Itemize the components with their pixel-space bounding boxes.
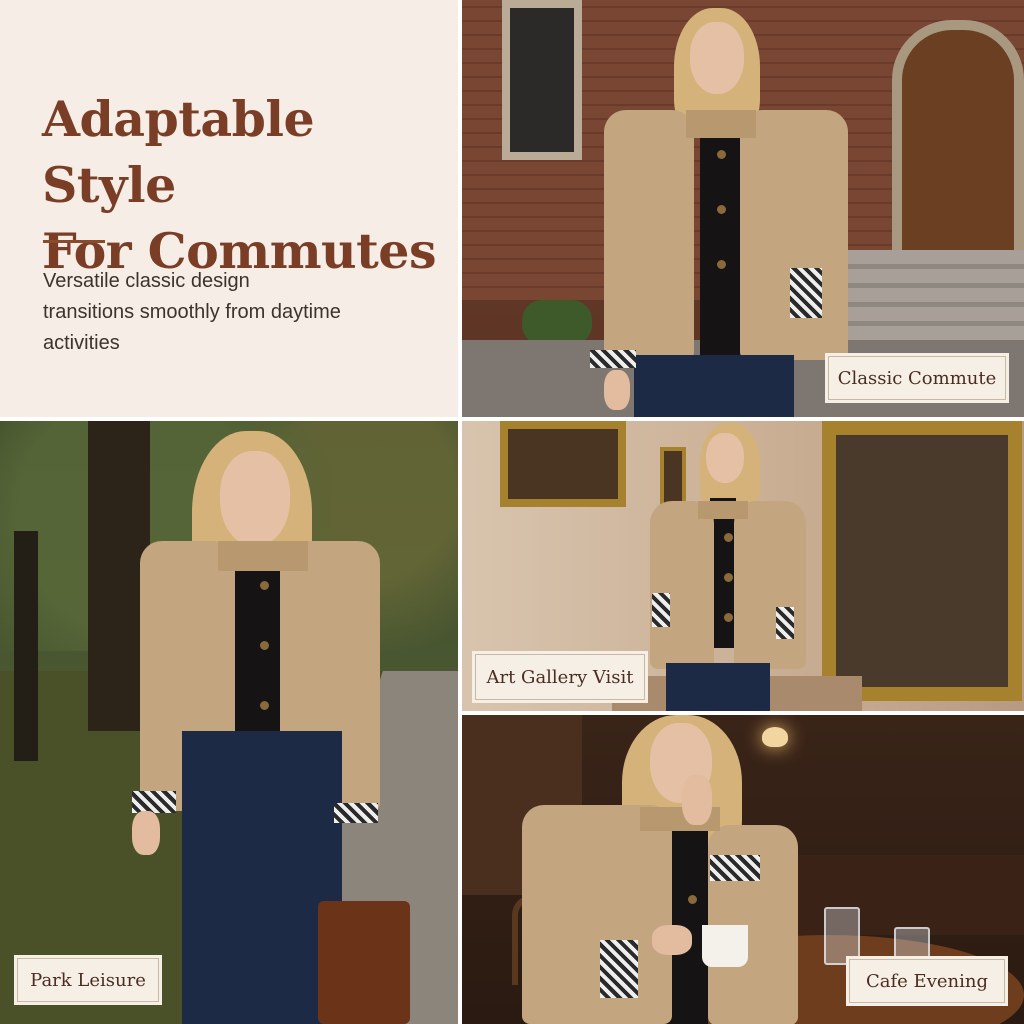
divider-rule [43, 240, 105, 243]
photo-classic-commute: Classic Commute [462, 0, 1024, 417]
water-glass [824, 907, 860, 965]
intro-body-text: Versatile classic design transitions smo… [43, 270, 341, 354]
painting-large [822, 421, 1022, 701]
wooden-door [892, 20, 1024, 250]
window [502, 0, 582, 160]
photo-cafe-evening: Cafe Evening [462, 715, 1024, 1024]
photo-park-leisure: Park Leisure [0, 421, 458, 1024]
caption-park-leisure: Park Leisure [17, 958, 159, 1002]
model-figure [512, 715, 812, 1024]
model-figure [648, 423, 808, 711]
headline-line-1: Adaptable Style [42, 90, 315, 214]
model-figure [120, 431, 420, 1024]
tree-trunk-far [14, 531, 38, 761]
model-figure [582, 0, 852, 417]
photo-art-gallery-visit: Art Gallery Visit [462, 421, 1024, 711]
caption-classic-commute: Classic Commute [828, 356, 1006, 400]
painting-small [500, 421, 626, 507]
headline: Adaptable Style For Commutes [42, 86, 452, 284]
caption-art-gallery-visit: Art Gallery Visit [475, 654, 645, 700]
lookbook-collage: Adaptable Style For Commutes Versatile c… [0, 0, 1024, 1024]
caption-cafe-evening: Cafe Evening [849, 959, 1005, 1003]
stone-steps [822, 250, 1024, 345]
intro-panel: Adaptable Style For Commutes Versatile c… [0, 0, 458, 417]
